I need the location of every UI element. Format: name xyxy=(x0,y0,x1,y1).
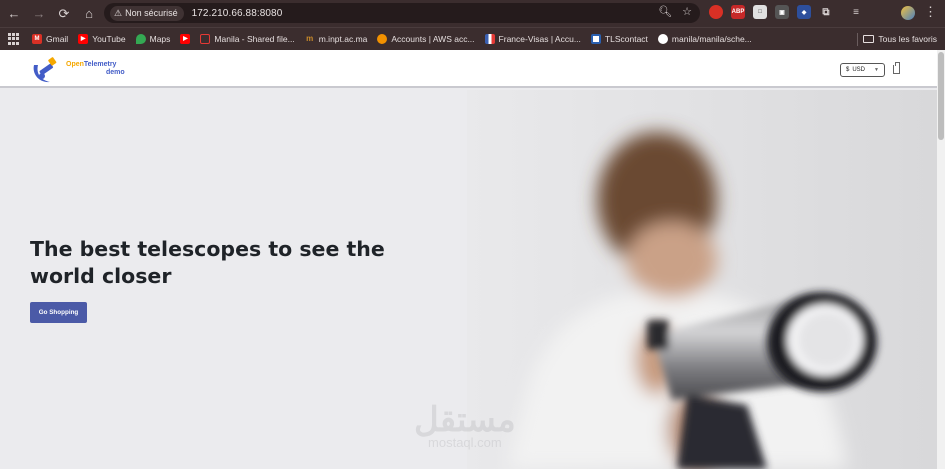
currency-code: USD xyxy=(852,67,866,73)
security-label: Non sécurisé xyxy=(125,8,178,18)
tlscontact-icon xyxy=(590,34,601,44)
extension-cube-icon[interactable]: ◆ xyxy=(797,5,811,19)
bookmark-label: Manila - Shared file... xyxy=(214,34,295,44)
security-chip[interactable]: ⚠ Non sécurisé xyxy=(110,5,184,21)
url-text[interactable]: 172.210.66.88:8080 xyxy=(192,8,283,19)
warning-icon: ⚠ xyxy=(114,7,123,18)
bookmark-label: Maps xyxy=(149,34,171,44)
all-bookmarks-button[interactable]: Tous les favoris xyxy=(863,34,937,44)
home-icon[interactable]: ⌂ xyxy=(78,3,100,25)
bookmark-label: manila/manila/sche... xyxy=(671,34,752,44)
bookmark-label: m.inpt.ac.ma xyxy=(318,34,368,44)
currency-select[interactable]: $ USD ▼ xyxy=(840,63,885,77)
folder-icon xyxy=(863,35,875,43)
github-icon xyxy=(657,34,668,44)
zoom-icon[interactable]: 🔍︎ xyxy=(658,5,672,18)
bookmark-tlscontact[interactable]: TLScontact xyxy=(590,34,648,44)
profile-avatar[interactable] xyxy=(901,6,915,20)
youtube-icon: ▶ xyxy=(180,34,191,44)
back-arrow-icon[interactable]: ← xyxy=(3,3,25,25)
bookmark-inpt[interactable]: m m.inpt.ac.ma xyxy=(305,34,368,44)
bookmark-youtube-2[interactable]: ▶ xyxy=(180,34,191,44)
cart-icon[interactable] xyxy=(893,62,900,74)
bookmark-label: Accounts | AWS acc... xyxy=(391,34,475,44)
watermark-latin: mostaql.com xyxy=(428,435,502,450)
watermark-arabic: مستقل xyxy=(414,401,517,439)
bookmark-label: TLScontact xyxy=(604,34,648,44)
forward-arrow-icon[interactable]: → xyxy=(28,3,50,25)
extensions-puzzle-icon[interactable]: ⧉ xyxy=(819,5,833,19)
bookmark-france-visas[interactable]: France-Visas | Accu... xyxy=(484,34,581,44)
youtube-icon: ▶ xyxy=(78,34,89,44)
gmail-icon: M xyxy=(32,34,42,44)
bookmarks-bar: M Gmail ▶ YouTube Maps ▶ Manila - Shared… xyxy=(0,27,945,50)
bookmark-gmail[interactable]: M Gmail xyxy=(32,34,68,44)
moodle-icon: m xyxy=(306,34,314,43)
file-icon xyxy=(200,34,211,44)
currency-symbol: $ xyxy=(846,67,850,73)
logo-open-text: Open xyxy=(66,61,84,68)
bookmark-label: France-Visas | Accu... xyxy=(498,34,581,44)
bookmark-label: Gmail xyxy=(46,34,69,44)
child-with-telescope-image xyxy=(467,90,937,469)
tab-search-icon[interactable]: ≡ xyxy=(849,5,863,19)
page-scrollbar[interactable] xyxy=(937,50,945,469)
maps-icon xyxy=(135,34,146,44)
scrollbar-thumb[interactable] xyxy=(938,52,944,140)
bookmark-label: YouTube xyxy=(92,34,126,44)
bookmarks-divider xyxy=(857,33,858,46)
browser-toolbar: ← → ⟳ ⌂ ⚠ Non sécurisé 172.210.66.88:808… xyxy=(0,0,945,27)
apps-grid-icon[interactable] xyxy=(8,33,20,45)
bookmark-github-manila[interactable]: manila/manila/sche... xyxy=(657,34,752,44)
logo-demo-text: demo xyxy=(106,69,125,76)
kebab-menu-icon[interactable]: ⋮ xyxy=(924,5,937,18)
adblock-icon[interactable]: ABP xyxy=(731,5,745,19)
bookmark-aws[interactable]: Accounts | AWS acc... xyxy=(377,34,475,44)
address-bar[interactable]: ⚠ Non sécurisé 172.210.66.88:8080 🔍︎ ☆ xyxy=(104,3,700,23)
aws-icon xyxy=(377,34,388,44)
bookmark-youtube[interactable]: ▶ YouTube xyxy=(78,34,126,44)
web-page: OpenTelemetry demo $ USD ▼ The best tele… xyxy=(0,50,945,469)
france-visas-icon xyxy=(484,34,495,44)
bookmark-star-icon[interactable]: ☆ xyxy=(682,5,692,18)
chevron-down-icon: ▼ xyxy=(874,67,879,73)
extension-red-icon[interactable] xyxy=(709,5,723,19)
hero-headline: The best telescopes to see the world clo… xyxy=(30,237,385,288)
reload-icon[interactable]: ⟳ xyxy=(53,3,75,25)
go-shopping-button[interactable]: Go Shopping xyxy=(30,302,87,323)
bookmark-manila-shared[interactable]: Manila - Shared file... xyxy=(200,34,295,44)
logo-wordmark: OpenTelemetry demo xyxy=(66,61,125,77)
site-header: OpenTelemetry demo $ USD ▼ xyxy=(0,50,937,88)
bookmark-maps[interactable]: Maps xyxy=(135,34,171,44)
logo-telemetry-text: Telemetry xyxy=(83,61,117,68)
hero-image xyxy=(467,90,937,469)
watermark: مستقل mostaql.com xyxy=(414,401,517,450)
all-bookmarks-label: Tous les favoris xyxy=(878,34,937,44)
extension-screen-icon[interactable]: ▣ xyxy=(775,5,789,19)
extensions-bar: ABP □ ▣ ◆ ⧉ ≡ xyxy=(709,5,863,19)
extension-box-icon[interactable]: □ xyxy=(753,5,767,19)
telescope-logo-icon xyxy=(33,57,57,83)
site-logo[interactable]: OpenTelemetry demo xyxy=(30,55,125,85)
